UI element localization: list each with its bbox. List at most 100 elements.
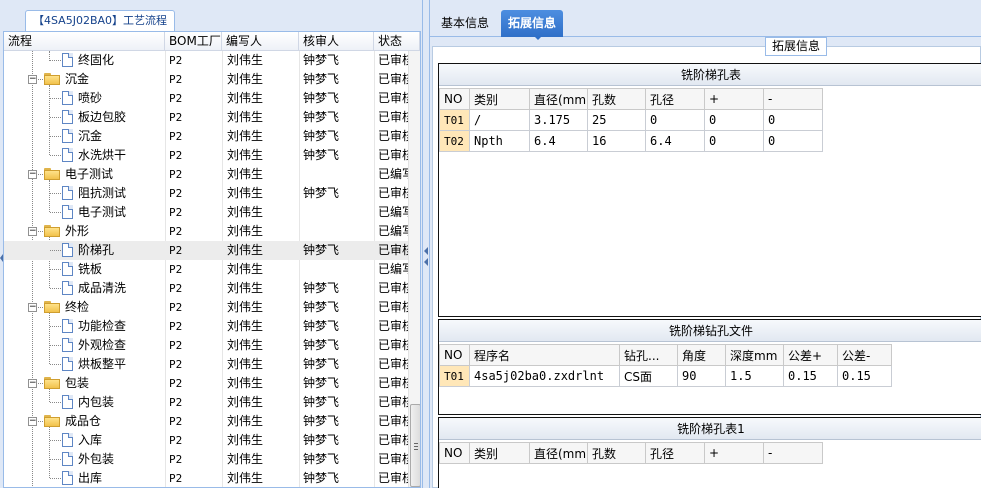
row-number-cell[interactable]: T01 [439, 365, 470, 387]
tree-group-row[interactable]: − 成品仓 P2 刘伟生 钟梦飞 已审核 [4, 412, 408, 431]
column-header[interactable]: - [763, 88, 823, 110]
column-header[interactable]: 孔径 [645, 88, 705, 110]
reviewer-cell: 钟梦飞 [303, 395, 340, 409]
panel-splitter[interactable] [422, 0, 430, 488]
tree-node-row[interactable]: 烘板整平 P2 刘伟生 钟梦飞 已审核 [4, 355, 408, 374]
tree-node-row[interactable]: 内包装 P2 刘伟生 钟梦飞 已审核 [4, 393, 408, 412]
tree-group-row[interactable]: − 沉金 P2 刘伟生 钟梦飞 已审核 [4, 70, 408, 89]
column-header[interactable]: 孔径 [645, 442, 705, 464]
tree-node-label: 入库 [78, 433, 103, 447]
col-reviewer-header[interactable]: 核审人 [299, 32, 374, 51]
column-header[interactable]: - [763, 442, 823, 464]
tree-node-row[interactable]: 水洗烘干 P2 刘伟生 钟梦飞 已审核 [4, 146, 408, 165]
table-cell[interactable]: 90 [677, 365, 726, 387]
column-header[interactable]: 类别 [469, 88, 530, 110]
table-cell[interactable]: 0 [704, 130, 764, 152]
table-cell[interactable]: / [469, 109, 530, 131]
table-cell[interactable]: 6.4 [529, 130, 588, 152]
collapse-toggle-icon[interactable]: − [28, 227, 37, 236]
column-header[interactable]: 直径(mm) [529, 88, 588, 110]
col-status-header[interactable]: 状态 [374, 32, 420, 51]
writer-cell: 刘伟生 [227, 110, 264, 124]
tree-node-row[interactable]: 板边包胶 P2 刘伟生 钟梦飞 已审核 [4, 108, 408, 127]
tree-node-label: 外观检查 [78, 338, 127, 352]
tree-node-row[interactable]: 终固化 P2 刘伟生 钟梦飞 已审核 [4, 51, 408, 70]
column-header[interactable]: 公差- [837, 344, 892, 366]
table-row[interactable]: T01 4sa5j02ba0.zxdrlnt CS面 90 1.5 0.15 0.15 [439, 365, 892, 387]
collapse-left-arrow-icon[interactable] [0, 254, 3, 262]
table-cell[interactable]: 0.15 [837, 365, 892, 387]
column-header[interactable]: 孔数 [587, 442, 646, 464]
tree-vertical-scrollbar[interactable] [408, 51, 420, 487]
collapse-arrow-icon[interactable] [424, 258, 428, 266]
tree-node-row[interactable]: 电子测试 P2 刘伟生 已编写 [4, 203, 408, 222]
status-cell: 已编写 [378, 224, 408, 238]
status-cell: 已审核 [378, 433, 408, 447]
tree-node-row[interactable]: 阻抗测试 P2 刘伟生 钟梦飞 已审核 [4, 184, 408, 203]
table-cell[interactable]: 6.4 [645, 130, 705, 152]
col-flow-header[interactable]: 流程 [4, 32, 165, 51]
tree-group-row[interactable]: − 包装 P2 刘伟生 钟梦飞 已审核 [4, 374, 408, 393]
column-header[interactable]: 公差+ [783, 344, 838, 366]
tree-node-row[interactable]: 铣板 P2 刘伟生 已编写 [4, 260, 408, 279]
tree-node-row[interactable]: 外包装 P2 刘伟生 钟梦飞 已审核 [4, 450, 408, 469]
column-header[interactable]: 直径(mm) [529, 442, 588, 464]
column-header[interactable]: 角度 [677, 344, 726, 366]
table-cell[interactable]: Npth [469, 130, 530, 152]
column-header[interactable]: NO [439, 344, 470, 366]
tree-node-row[interactable]: 沉金 P2 刘伟生 钟梦飞 已审核 [4, 127, 408, 146]
table-cell[interactable]: 0.15 [783, 365, 838, 387]
tree-node-row[interactable]: 外观检查 P2 刘伟生 钟梦飞 已审核 [4, 336, 408, 355]
tree-group-row[interactable]: − 终检 P2 刘伟生 钟梦飞 已审核 [4, 298, 408, 317]
table-cell[interactable]: 1.5 [725, 365, 784, 387]
process-flow-tab[interactable]: 【4SA5J02BA0】工艺流程 [25, 10, 176, 32]
table-cell[interactable]: 0 [763, 109, 823, 131]
col-writer-header[interactable]: 编写人 [222, 32, 299, 51]
document-icon [62, 395, 73, 409]
tree-group-row[interactable]: − 外形 P2 刘伟生 已编写 [4, 222, 408, 241]
tab-basic-info[interactable]: 基本信息 [434, 10, 496, 37]
table-row[interactable]: T02 Npth 6.4 16 6.4 0 0 [439, 130, 823, 152]
table-cell[interactable]: 3.175 [529, 109, 588, 131]
table-cell[interactable]: 0 [645, 109, 705, 131]
column-header[interactable]: NO [439, 88, 470, 110]
tree-node-row[interactable]: 阶梯孔 P2 刘伟生 钟梦飞 已审核 [4, 241, 408, 260]
row-number-cell[interactable]: T01 [439, 109, 470, 131]
tab-extended-info[interactable]: 拓展信息 [501, 10, 564, 37]
row-number-cell[interactable]: T02 [439, 130, 470, 152]
column-header[interactable]: NO [439, 442, 470, 464]
section-title: 铣阶梯孔表1 [439, 418, 981, 440]
table-cell[interactable]: CS面 [619, 365, 678, 387]
column-header[interactable]: 深度mm [725, 344, 784, 366]
collapse-toggle-icon[interactable]: − [28, 75, 37, 84]
col-bom-factory-header[interactable]: BOM工厂 [165, 32, 222, 51]
column-header[interactable]: 类别 [469, 442, 530, 464]
collapse-toggle-icon[interactable]: − [28, 417, 37, 426]
column-header[interactable]: + [704, 88, 764, 110]
collapse-toggle-icon[interactable]: − [28, 379, 37, 388]
reviewer-cell: 钟梦飞 [303, 148, 340, 162]
table-cell[interactable]: 16 [587, 130, 646, 152]
reviewer-cell: 钟梦飞 [303, 319, 340, 333]
tree-node-row[interactable]: 出库 P2 刘伟生 钟梦飞 已审核 [4, 469, 408, 487]
table-cell[interactable]: 4sa5j02ba0.zxdrlnt [469, 365, 620, 387]
table-row[interactable]: T01/3.175 25 0 0 0 [439, 109, 823, 131]
collapse-toggle-icon[interactable]: − [28, 170, 37, 179]
tree-node-row[interactable]: 功能检查 P2 刘伟生 钟梦飞 已审核 [4, 317, 408, 336]
tree-node-row[interactable]: 喷砂 P2 刘伟生 钟梦飞 已审核 [4, 89, 408, 108]
tree-node-row[interactable]: 入库 P2 刘伟生 钟梦飞 已审核 [4, 431, 408, 450]
column-header[interactable]: + [704, 442, 764, 464]
table-cell[interactable]: 0 [704, 109, 764, 131]
collapse-toggle-icon[interactable]: − [28, 303, 37, 312]
table-header-row: NO 类别 直径(mm) 孔数 孔径 + - [439, 442, 823, 464]
column-header[interactable]: 钻孔... [619, 344, 678, 366]
table-cell[interactable]: 25 [587, 109, 646, 131]
column-header[interactable]: 程序名 [469, 344, 620, 366]
column-header[interactable]: 孔数 [587, 88, 646, 110]
scrollbar-thumb[interactable] [410, 404, 420, 487]
tree-node-row[interactable]: 成品清洗 P2 刘伟生 钟梦飞 已审核 [4, 279, 408, 298]
table-cell[interactable]: 0 [763, 130, 823, 152]
collapse-arrow-icon[interactable] [424, 247, 428, 255]
reviewer-cell: 钟梦飞 [303, 53, 340, 67]
tree-group-row[interactable]: − 电子测试 P2 刘伟生 已编写 [4, 165, 408, 184]
